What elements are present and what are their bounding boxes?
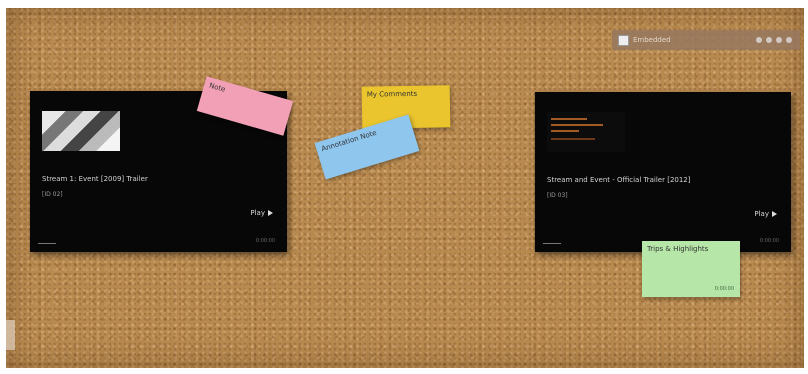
play-icon: [268, 210, 273, 216]
video-id: [ID 03]: [547, 192, 568, 199]
channel-logo: [38, 235, 56, 244]
scroll-handle[interactable]: [6, 320, 15, 350]
zoom-in-icon[interactable]: [766, 37, 772, 43]
video-duration: 0:00:00: [255, 238, 275, 244]
play-label: Play: [250, 209, 265, 217]
note-footer: 0:00:00: [714, 286, 734, 292]
note-text: Trips & Highlights: [647, 245, 709, 253]
note-text: My Comments: [366, 89, 418, 99]
embed-checkbox[interactable]: [618, 34, 629, 46]
video-thumbnail[interactable]: [547, 112, 625, 152]
thumbnail-text-line: [551, 130, 579, 132]
video-thumbnail[interactable]: [42, 111, 120, 151]
video-title: Stream and Event - Official Trailer [201…: [547, 176, 691, 184]
play-label: Play: [754, 210, 769, 218]
close-icon[interactable]: [786, 37, 792, 43]
note-text: Note: [208, 81, 227, 94]
video-duration: 0:00:00: [759, 238, 779, 244]
thumbnail-text-line: [551, 138, 595, 140]
settings-icon[interactable]: [776, 37, 782, 43]
toolbar-label: Embedded: [633, 36, 671, 44]
video-id: [ID 02]: [42, 191, 63, 198]
board-toolbar: Embedded: [612, 30, 800, 50]
play-button[interactable]: Play: [250, 209, 273, 217]
sticky-note-green[interactable]: Trips & Highlights 0:00:00: [642, 241, 740, 297]
channel-logo: [543, 235, 561, 244]
play-button[interactable]: Play: [754, 210, 777, 218]
thumbnail-text-line: [551, 118, 587, 120]
video-title: Stream 1: Event [2009] Trailer: [42, 175, 148, 183]
video-card-right[interactable]: Stream and Event - Official Trailer [201…: [535, 92, 791, 252]
play-icon: [772, 211, 777, 217]
thumbnail-text-line: [551, 124, 603, 126]
zoom-out-icon[interactable]: [756, 37, 762, 43]
